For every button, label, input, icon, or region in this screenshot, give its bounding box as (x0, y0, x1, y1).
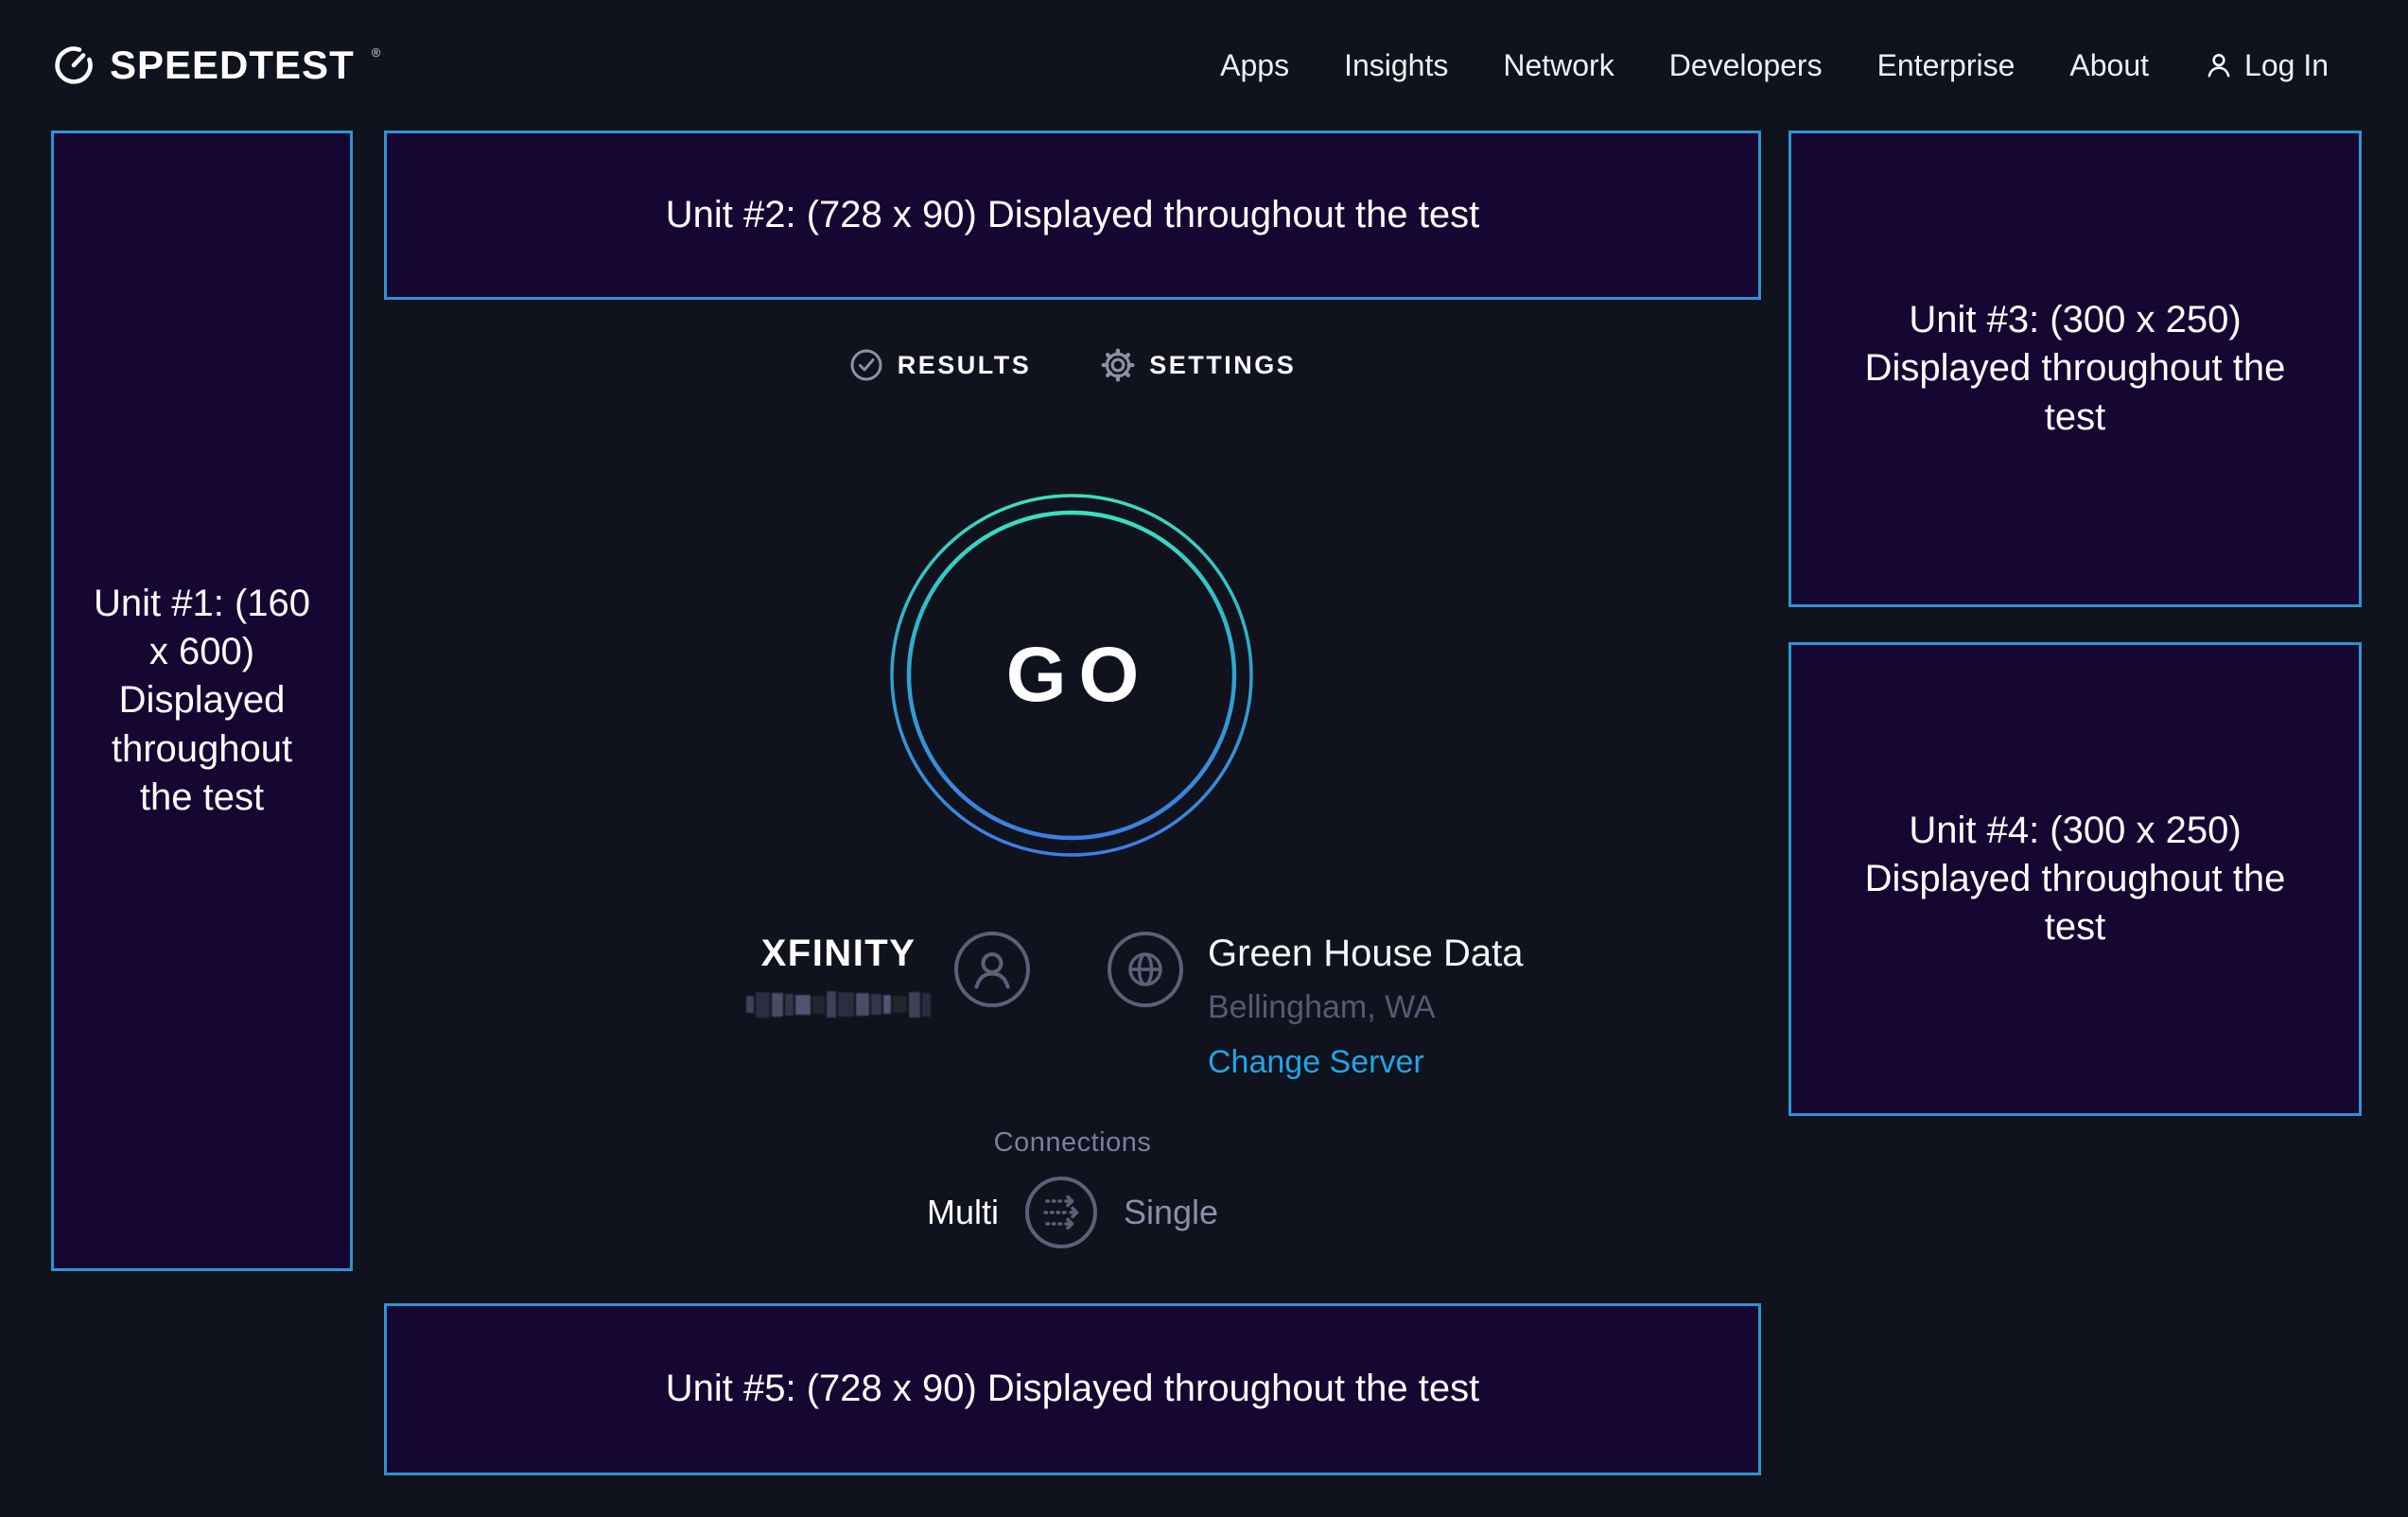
go-button-label: GO (882, 486, 1261, 864)
connection-info-row: XFINITY Green House Data Bellingham, WA … (384, 927, 1761, 1081)
masked-block (785, 994, 794, 1016)
tab-results[interactable]: RESULTS (849, 348, 1032, 382)
masked-block (922, 993, 931, 1017)
login-button[interactable]: Log In (2204, 48, 2329, 83)
nav-item-network[interactable]: Network (1503, 48, 1614, 83)
masked-block (838, 992, 854, 1017)
brand-wordmark: SPEEDTEST (110, 45, 355, 85)
speedtest-page: SPEEDTEST ® Apps Insights Network Develo… (0, 0, 2408, 1517)
nav-item-insights[interactable]: Insights (1344, 48, 1448, 83)
connections-toggle: Multi Single (927, 1176, 1218, 1249)
masked-block (856, 993, 869, 1016)
masked-block (756, 992, 770, 1018)
masked-block (827, 991, 836, 1018)
masked-block (772, 993, 783, 1017)
nav-item-apps[interactable]: Apps (1220, 48, 1289, 83)
masked-block (883, 995, 891, 1014)
nav-item-developers[interactable]: Developers (1669, 48, 1823, 83)
main-nav: Apps Insights Network Developers Enterpr… (1220, 48, 2329, 83)
multi-connection-icon[interactable] (1024, 1176, 1098, 1249)
ad-unit-4-label: Unit #4: (300 x 250) Displayed throughou… (1858, 807, 2293, 952)
change-server-link[interactable]: Change Server (1208, 1044, 1424, 1081)
tab-results-label: RESULTS (898, 351, 1032, 380)
ad-unit-2[interactable]: Unit #2: (728 x 90) Displayed throughout… (384, 131, 1761, 300)
connections-option-multi[interactable]: Multi (927, 1193, 999, 1232)
ad-unit-4[interactable]: Unit #4: (300 x 250) Displayed throughou… (1789, 642, 2362, 1116)
speedometer-icon (53, 44, 95, 86)
gear-icon (1101, 348, 1135, 382)
isp-name[interactable]: XFINITY (761, 933, 916, 975)
masked-block (812, 996, 825, 1014)
masked-block (746, 996, 754, 1013)
top-nav-bar: SPEEDTEST ® Apps Insights Network Develo… (0, 0, 2408, 131)
user-icon (2204, 50, 2234, 80)
server-name[interactable]: Green House Data (1208, 933, 1524, 975)
connections-title: Connections (994, 1127, 1152, 1159)
masked-block (909, 992, 920, 1018)
tab-settings[interactable]: SETTINGS (1101, 348, 1296, 382)
server-column: Green House Data Bellingham, WA Change S… (1208, 927, 1524, 1081)
server-block: Green House Data Bellingham, WA Change S… (1070, 927, 1761, 1081)
view-tabs: RESULTS SETTINGS (384, 340, 1761, 382)
ad-unit-3-label: Unit #3: (300 x 250) Displayed throughou… (1858, 296, 2293, 442)
speedtest-logo[interactable]: SPEEDTEST ® (53, 44, 380, 86)
user-circle-icon[interactable] (953, 931, 1031, 1008)
ad-unit-3[interactable]: Unit #3: (300 x 250) Displayed throughou… (1789, 131, 2362, 607)
ad-unit-1[interactable]: Unit #1: (160 x 600) Displayed throughou… (51, 131, 353, 1271)
go-button[interactable]: GO (882, 486, 1261, 864)
ad-unit-2-label: Unit #2: (728 x 90) Displayed throughout… (666, 191, 1480, 239)
masked-isp-id (746, 990, 931, 1019)
nav-item-enterprise[interactable]: Enterprise (1877, 48, 2015, 83)
brand-trademark: ® (372, 45, 381, 60)
tab-settings-label: SETTINGS (1149, 351, 1296, 380)
masked-block (795, 995, 811, 1015)
ad-unit-5[interactable]: Unit #5: (728 x 90) Displayed throughout… (384, 1303, 1761, 1475)
connections-section: Connections Multi Single (384, 1127, 1761, 1249)
ad-unit-1-label: Unit #1: (160 x 600) Displayed throughou… (87, 580, 318, 822)
nav-item-about[interactable]: About (2069, 48, 2149, 83)
login-label: Log In (2244, 48, 2329, 83)
masked-block (893, 996, 907, 1013)
isp-column: XFINITY (746, 927, 931, 1019)
isp-block: XFINITY (384, 927, 1070, 1081)
check-circle-icon (849, 348, 883, 382)
globe-circle-icon[interactable] (1107, 931, 1184, 1008)
masked-block (871, 994, 881, 1015)
connections-option-single[interactable]: Single (1124, 1193, 1218, 1232)
server-location: Bellingham, WA (1208, 989, 1436, 1026)
ad-unit-5-label: Unit #5: (728 x 90) Displayed throughout… (666, 1365, 1480, 1413)
